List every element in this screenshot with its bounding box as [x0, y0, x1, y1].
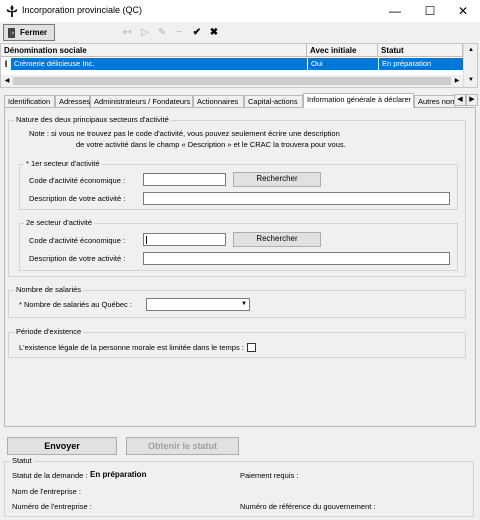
next-record-icon[interactable]: ▷ — [139, 27, 151, 39]
cancel-x-icon[interactable]: ✖ — [208, 27, 220, 39]
column-header-initial[interactable]: Avec initiale — [307, 44, 378, 57]
sector2-code-input[interactable] — [143, 233, 226, 246]
minimize-icon[interactable]: — — [378, 0, 412, 22]
tab-identification[interactable]: Identification — [4, 95, 55, 107]
request-status-value: En préparation — [90, 470, 147, 479]
tab-actionnaires[interactable]: Actionnaires — [193, 95, 244, 107]
table-row[interactable]: I Crèmerie délicieuse Inc. Oui En prépar… — [1, 58, 463, 70]
tab-scroll-right-icon[interactable]: ▶ — [466, 94, 478, 106]
cell-initial: Oui — [307, 58, 378, 70]
tab-information-generale[interactable]: Information générale à déclarer — [303, 93, 414, 108]
scroll-down-icon[interactable]: ▼ — [466, 75, 476, 85]
toolbar: Fermer ↤ ▷ ✎ − ✔ ✖ — [0, 23, 480, 43]
send-button[interactable]: Envoyer — [7, 437, 117, 455]
payment-label: Paiement requis : — [240, 471, 299, 480]
gov-reference-label: Numéro de référence du gouvernement : — [240, 502, 376, 511]
maximize-icon[interactable]: ☐ — [413, 0, 447, 22]
sector1-description-label: Description de votre activité : — [29, 194, 126, 203]
existence-label: L'existence légale de la personne morale… — [19, 343, 244, 352]
window-title: Incorporation provinciale (QC) — [22, 5, 143, 15]
cell-name: Crèmerie délicieuse Inc. — [11, 58, 307, 70]
employees-label: * Nombre de salariés au Québec : — [19, 300, 132, 309]
company-name-label: Nom de l'entreprise : — [12, 487, 81, 496]
existence-limited-checkbox[interactable] — [247, 343, 256, 352]
get-status-button[interactable]: Obtenir le statut — [126, 437, 239, 455]
close-window-icon[interactable]: ✕ — [446, 0, 480, 22]
tab-administrateurs[interactable]: Administrateurs / Fondateurs — [90, 95, 193, 107]
grid-header: Dénomination sociale Avec initiale Statu… — [1, 44, 463, 57]
sector1-group-title: * 1er secteur d'activité — [24, 159, 102, 168]
save-check-icon[interactable]: ✔ — [191, 27, 203, 39]
scroll-left-icon[interactable]: ◀ — [2, 76, 12, 86]
sectors-group-title: Nature des deux principaux secteurs d'ac… — [14, 115, 171, 124]
sector2-group-title: 2e secteur d'activité — [24, 218, 95, 227]
column-header-name[interactable]: Dénomination sociale — [1, 44, 307, 57]
chevron-down-icon[interactable]: ▼ — [239, 299, 249, 310]
status-group-title: Statut — [10, 456, 34, 465]
fleur-de-lis-icon — [6, 5, 18, 17]
request-status-label: Statut de la demande : — [12, 471, 88, 480]
employees-dropdown[interactable]: ▼ — [146, 298, 250, 311]
edit-icon[interactable]: ✎ — [156, 27, 168, 39]
sector1-code-label: Code d'activité économique : — [29, 176, 126, 185]
existence-group-title: Période d'existence — [14, 327, 84, 336]
scroll-thumb[interactable] — [13, 77, 451, 85]
sector2-search-button[interactable]: Rechercher — [233, 232, 321, 247]
sector2-description-label: Description de votre activité : — [29, 254, 126, 263]
tab-scroll-left-icon[interactable]: ◀ — [454, 94, 466, 106]
cell-status: En préparation — [378, 58, 463, 70]
company-number-label: Numéro de l'entreprise : — [12, 502, 92, 511]
tab-capital-actions[interactable]: Capital-actions — [244, 95, 303, 107]
row-cursor-icon: I — [1, 58, 11, 70]
text-caret — [146, 236, 147, 244]
tab-adresses[interactable]: Adresses — [55, 95, 90, 107]
tab-strip: Identification Adresses Administrateurs … — [0, 93, 480, 108]
sector1-description-input[interactable] — [143, 192, 450, 205]
companies-grid: Dénomination sociale Avec initiale Statu… — [0, 43, 478, 88]
sector1-code-input[interactable] — [143, 173, 226, 186]
close-button-label: Fermer — [20, 28, 48, 37]
door-icon — [8, 28, 15, 38]
first-record-icon[interactable]: ↤ — [121, 27, 133, 39]
employees-group-title: Nombre de salariés — [14, 285, 84, 294]
title-bar: Incorporation provinciale (QC) — ☐ ✕ — [0, 0, 480, 22]
grid-horizontal-scrollbar[interactable]: ◀ ▶ — [1, 75, 463, 87]
note-line-2: de votre activité dans le champ « Descri… — [76, 140, 346, 149]
tab-scroll: ◀ ▶ — [454, 94, 478, 106]
delete-record-icon[interactable]: − — [173, 27, 185, 39]
sector2-code-label: Code d'activité économique : — [29, 236, 126, 245]
scroll-right-icon[interactable]: ▶ — [452, 76, 462, 86]
note-line-1: Note : si vous ne trouvez pas le code d'… — [29, 129, 340, 138]
sector1-search-button[interactable]: Rechercher — [233, 172, 321, 187]
grid-vertical-scrollbar[interactable]: ▲ ▼ — [463, 44, 477, 87]
sector2-description-input[interactable] — [143, 252, 450, 265]
tab-autres-noms[interactable]: Autres nom — [414, 95, 456, 107]
close-button[interactable]: Fermer — [3, 24, 55, 41]
column-header-status[interactable]: Statut — [378, 44, 463, 57]
scroll-up-icon[interactable]: ▲ — [466, 45, 476, 55]
